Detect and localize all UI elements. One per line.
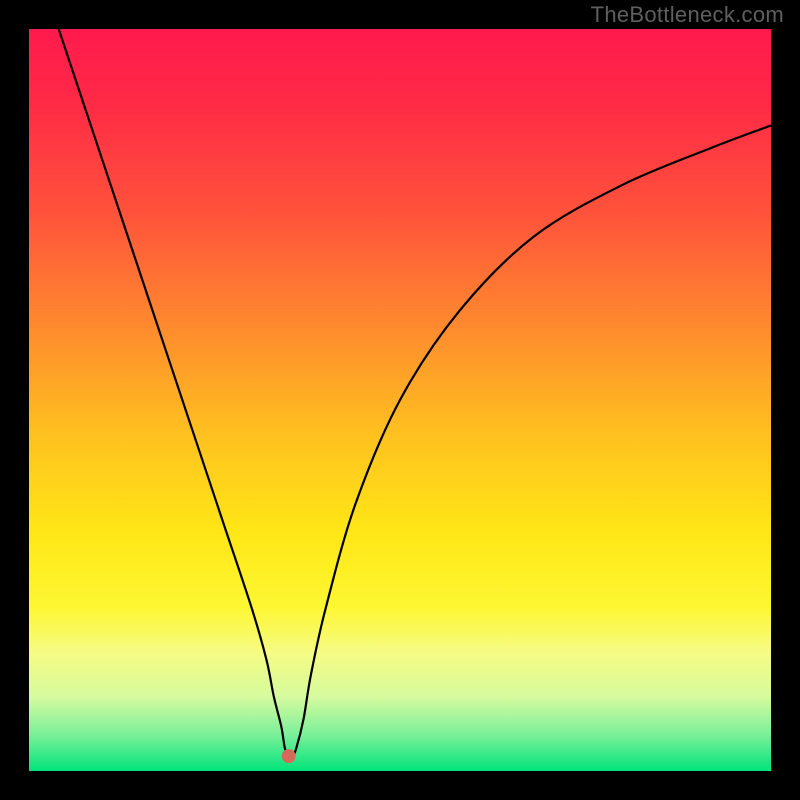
watermark-text: TheBottleneck.com (591, 2, 784, 28)
plot-svg (29, 29, 771, 771)
plot-area (29, 29, 771, 771)
optimal-point-marker (282, 749, 296, 763)
chart-frame: TheBottleneck.com (0, 0, 800, 800)
